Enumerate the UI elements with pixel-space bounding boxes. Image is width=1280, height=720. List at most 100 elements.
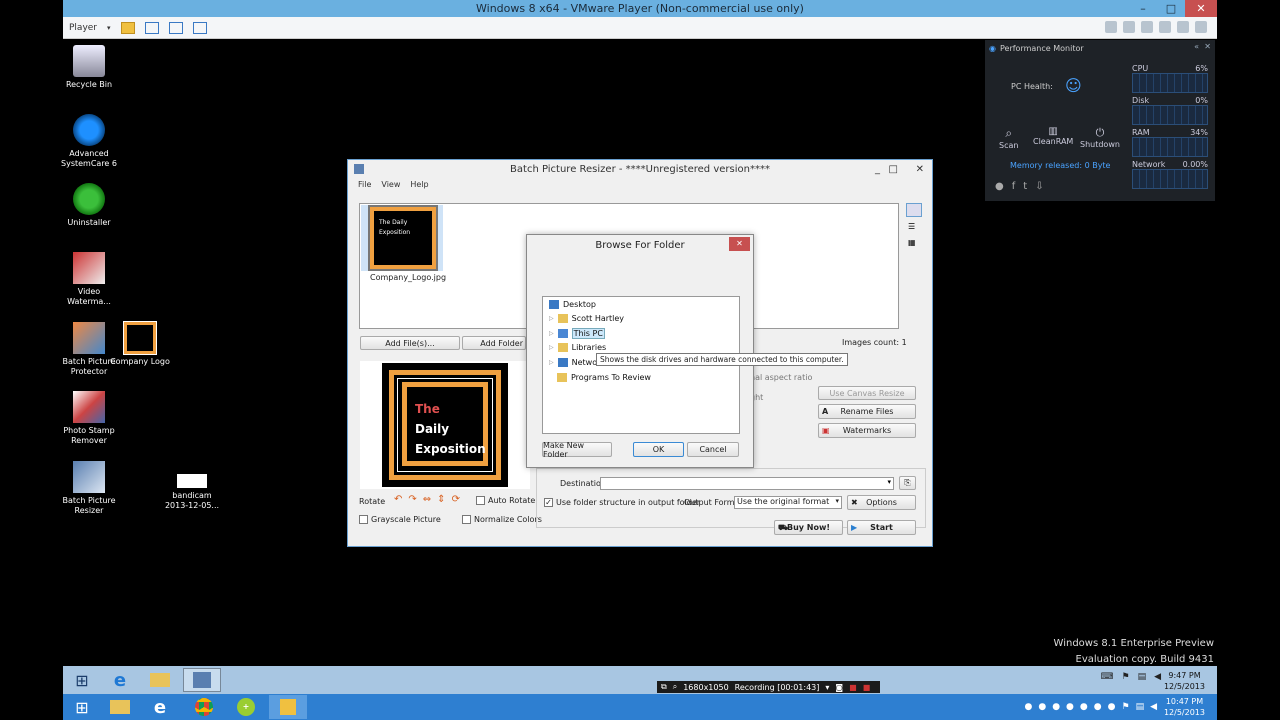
tree-item-desktop[interactable]: Desktop — [549, 297, 596, 311]
collapse-icon[interactable]: « — [1194, 42, 1199, 51]
chevron-down-icon[interactable]: ▾ — [887, 478, 891, 486]
expand-icon[interactable]: ▷ — [549, 344, 554, 351]
grayscale-checkbox[interactable]: Grayscale Picture — [359, 515, 441, 524]
cancel-button[interactable]: Cancel — [687, 442, 739, 457]
fullscreen-icon[interactable] — [168, 21, 183, 34]
device-icon[interactable] — [1159, 21, 1171, 33]
desktop-icon-recycle-bin[interactable]: Recycle Bin — [59, 45, 119, 90]
tray-icon[interactable]: ● — [1066, 702, 1074, 712]
file-explorer-icon[interactable] — [101, 695, 139, 719]
facebook-icon[interactable]: f — [1012, 181, 1016, 192]
tray-icon[interactable]: ● — [1052, 702, 1060, 712]
make-new-folder-button[interactable]: Make New Folder — [542, 441, 612, 459]
pause-icon[interactable] — [120, 21, 135, 34]
internet-explorer-icon[interactable]: e — [101, 668, 139, 692]
window-icon[interactable]: ⧉ — [661, 682, 667, 692]
desktop-icon-advanced-systemcare[interactable]: Advanced SystemCare 6 — [59, 114, 119, 169]
device-icon[interactable] — [1177, 21, 1189, 33]
tree-item-libraries[interactable]: ▷ Libraries — [549, 340, 606, 354]
twitter-icon[interactable]: t — [1023, 181, 1027, 192]
thumbnail-item[interactable]: The Daily Exposition — [361, 205, 443, 271]
tree-item-user[interactable]: ▷ Scott Hartley — [549, 311, 624, 325]
network-icon[interactable]: ▤ — [1138, 672, 1147, 682]
flag-icon[interactable]: ⚑ — [1121, 672, 1129, 682]
desktop-icon-company-logo[interactable]: Company Logo — [110, 321, 170, 367]
download-icon[interactable]: ⇩ — [1035, 181, 1043, 192]
destination-input[interactable]: ▾ — [600, 477, 894, 490]
close-button[interactable]: ✕ — [916, 160, 924, 180]
record-icon[interactable]: ■ — [863, 683, 871, 692]
watermarks-button[interactable]: ▣ Watermarks — [818, 423, 916, 438]
tray-icon[interactable]: ● — [1094, 702, 1102, 712]
maximize-button[interactable]: □ — [1157, 0, 1185, 17]
chevron-down-icon[interactable]: ▾ — [107, 24, 111, 32]
rename-files-button[interactable]: A Rename Files — [818, 404, 916, 419]
menu-view[interactable]: View — [381, 180, 400, 194]
send-ctrl-alt-del-icon[interactable] — [144, 21, 159, 34]
batch-picture-resizer-taskbar-icon[interactable] — [183, 668, 221, 692]
shutdown-button[interactable]: ⏻ Shutdown — [1080, 126, 1120, 149]
use-canvas-resize-button[interactable]: Use Canvas Resize — [818, 386, 916, 400]
cleanram-button[interactable]: ▥ CleanRAM — [1033, 126, 1073, 146]
device-icon[interactable] — [1105, 21, 1117, 33]
scan-button[interactable]: ⌕ Scan — [999, 126, 1018, 150]
desktop-icon-video-watermark[interactable]: Video Waterma... — [59, 252, 119, 307]
start-button[interactable]: ▶ Start — [847, 520, 916, 535]
auto-rotate-checkbox[interactable]: Auto Rotate — [476, 496, 535, 505]
desktop-icon-photo-stamp-remover[interactable]: Photo Stamp Remover — [59, 391, 119, 446]
minimize-button[interactable]: – — [1129, 0, 1157, 17]
start-button[interactable]: ⊞ — [63, 695, 101, 719]
menu-help[interactable]: Help — [410, 180, 428, 194]
close-icon[interactable]: ✕ — [1204, 42, 1211, 51]
close-button[interactable]: ✕ — [1185, 0, 1217, 17]
rotate-right-icon[interactable]: ↷ — [408, 494, 416, 505]
volume-icon[interactable]: ◀ — [1150, 702, 1157, 712]
chevron-down-icon[interactable]: ▾ — [825, 683, 829, 692]
tray-icon[interactable]: ● — [1080, 702, 1088, 712]
close-button[interactable]: ✕ — [729, 237, 750, 251]
desktop-icon-bandicam[interactable]: bandicam 2013-12-05... — [162, 470, 222, 511]
buy-now-button[interactable]: ⛟ Buy Now! — [774, 520, 843, 535]
expand-icon[interactable]: ▷ — [549, 359, 554, 366]
add-files-button[interactable]: Add File(s)... — [360, 336, 460, 350]
search-icon[interactable]: ⌕ — [673, 682, 677, 692]
tree-item-network[interactable]: ▷ Networ — [549, 355, 600, 369]
start-button[interactable]: ⊞ — [63, 668, 101, 692]
view-large-icon[interactable] — [906, 203, 922, 217]
flip-horizontal-icon[interactable]: ⇔ — [423, 494, 431, 505]
camera-icon[interactable]: ◙ — [835, 683, 843, 692]
view-list-icon[interactable]: ☰ — [908, 222, 918, 232]
rotate-180-icon[interactable]: ⟳ — [452, 494, 460, 505]
ok-button[interactable]: OK — [633, 442, 684, 457]
device-icon[interactable] — [1123, 21, 1135, 33]
tray-icon[interactable]: ● — [1024, 702, 1032, 712]
desktop-icon-batch-picture-resizer[interactable]: Batch Picture Resizer — [59, 461, 119, 516]
minimize-button[interactable]: _ — [875, 160, 880, 180]
keyboard-icon[interactable]: ⌨ — [1100, 672, 1113, 682]
vm-clock[interactable]: 9:47 PM 12/5/2013 — [1164, 670, 1205, 692]
desktop-icon-uninstaller[interactable]: Uninstaller — [59, 183, 119, 228]
unity-icon[interactable] — [192, 21, 207, 34]
flag-icon[interactable]: ⚑ — [1121, 702, 1129, 712]
file-explorer-icon[interactable] — [141, 668, 179, 692]
expand-icon[interactable]: ▷ — [549, 315, 554, 322]
chrome-icon[interactable] — [185, 695, 223, 719]
tray-icon[interactable]: ● — [1108, 702, 1116, 712]
browse-folder-button[interactable]: ⎘ — [899, 476, 916, 490]
add-folder-button[interactable]: Add Folder — [462, 336, 526, 350]
menu-file[interactable]: File — [358, 180, 371, 194]
use-folder-structure-checkbox[interactable]: ✓ Use folder structure in output folder — [544, 498, 700, 507]
info-icon[interactable]: ● — [995, 181, 1004, 192]
host-clock[interactable]: 10:47 PM 12/5/2013 — [1164, 696, 1205, 718]
player-menu[interactable]: Player — [69, 23, 97, 33]
tree-item-this-pc[interactable]: ▷ This PC — [549, 326, 605, 340]
plus-app-icon[interactable]: + — [227, 695, 265, 719]
tree-item-programs-to-review[interactable]: Programs To Review — [557, 370, 651, 384]
network-icon[interactable]: ▤ — [1136, 702, 1145, 712]
normalize-checkbox[interactable]: Normalize Colors — [462, 515, 542, 524]
tray-icon[interactable]: ● — [1038, 702, 1046, 712]
options-button[interactable]: ✖ Options — [847, 495, 916, 510]
volume-icon[interactable]: ◀ — [1154, 672, 1161, 682]
internet-explorer-icon[interactable]: e — [141, 695, 179, 719]
device-icon[interactable] — [1141, 21, 1153, 33]
